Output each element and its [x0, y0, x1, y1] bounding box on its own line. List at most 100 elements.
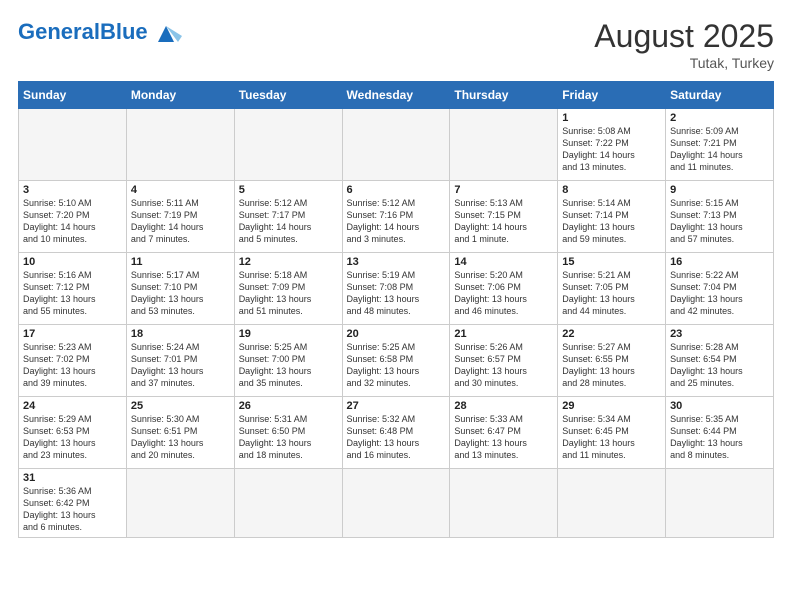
table-row [342, 109, 450, 181]
day-info: Sunrise: 5:22 AM Sunset: 7:04 PM Dayligh… [670, 269, 769, 318]
page-header: GeneralBlue August 2025 Tutak, Turkey [18, 18, 774, 71]
table-row: 1Sunrise: 5:08 AM Sunset: 7:22 PM Daylig… [558, 109, 666, 181]
table-row [450, 109, 558, 181]
day-number: 15 [562, 256, 661, 268]
table-row [126, 469, 234, 538]
table-row: 18Sunrise: 5:24 AM Sunset: 7:01 PM Dayli… [126, 325, 234, 397]
day-number: 11 [131, 256, 230, 268]
day-info: Sunrise: 5:31 AM Sunset: 6:50 PM Dayligh… [239, 413, 338, 462]
day-number: 28 [454, 400, 553, 412]
table-row: 6Sunrise: 5:12 AM Sunset: 7:16 PM Daylig… [342, 181, 450, 253]
day-info: Sunrise: 5:24 AM Sunset: 7:01 PM Dayligh… [131, 341, 230, 390]
day-info: Sunrise: 5:25 AM Sunset: 7:00 PM Dayligh… [239, 341, 338, 390]
table-row: 27Sunrise: 5:32 AM Sunset: 6:48 PM Dayli… [342, 397, 450, 469]
table-row: 23Sunrise: 5:28 AM Sunset: 6:54 PM Dayli… [666, 325, 774, 397]
table-row: 10Sunrise: 5:16 AM Sunset: 7:12 PM Dayli… [19, 253, 127, 325]
day-number: 25 [131, 400, 230, 412]
table-row [234, 109, 342, 181]
day-info: Sunrise: 5:36 AM Sunset: 6:42 PM Dayligh… [23, 485, 122, 534]
day-info: Sunrise: 5:21 AM Sunset: 7:05 PM Dayligh… [562, 269, 661, 318]
col-saturday: Saturday [666, 82, 774, 109]
day-number: 24 [23, 400, 122, 412]
calendar-week-row: 1Sunrise: 5:08 AM Sunset: 7:22 PM Daylig… [19, 109, 774, 181]
day-info: Sunrise: 5:30 AM Sunset: 6:51 PM Dayligh… [131, 413, 230, 462]
day-info: Sunrise: 5:09 AM Sunset: 7:21 PM Dayligh… [670, 125, 769, 174]
day-number: 29 [562, 400, 661, 412]
day-number: 1 [562, 112, 661, 124]
table-row [19, 109, 127, 181]
day-number: 12 [239, 256, 338, 268]
table-row [666, 469, 774, 538]
day-info: Sunrise: 5:15 AM Sunset: 7:13 PM Dayligh… [670, 197, 769, 246]
day-info: Sunrise: 5:34 AM Sunset: 6:45 PM Dayligh… [562, 413, 661, 462]
day-info: Sunrise: 5:27 AM Sunset: 6:55 PM Dayligh… [562, 341, 661, 390]
day-info: Sunrise: 5:23 AM Sunset: 7:02 PM Dayligh… [23, 341, 122, 390]
day-info: Sunrise: 5:11 AM Sunset: 7:19 PM Dayligh… [131, 197, 230, 246]
calendar-page: GeneralBlue August 2025 Tutak, Turkey Su… [0, 0, 792, 612]
table-row: 4Sunrise: 5:11 AM Sunset: 7:19 PM Daylig… [126, 181, 234, 253]
table-row: 12Sunrise: 5:18 AM Sunset: 7:09 PM Dayli… [234, 253, 342, 325]
day-number: 7 [454, 184, 553, 196]
title-block: August 2025 Tutak, Turkey [594, 18, 774, 71]
table-row [342, 469, 450, 538]
table-row: 13Sunrise: 5:19 AM Sunset: 7:08 PM Dayli… [342, 253, 450, 325]
logo-icon [150, 18, 182, 46]
day-info: Sunrise: 5:25 AM Sunset: 6:58 PM Dayligh… [347, 341, 446, 390]
table-row [558, 469, 666, 538]
table-row [126, 109, 234, 181]
day-number: 21 [454, 328, 553, 340]
table-row: 21Sunrise: 5:26 AM Sunset: 6:57 PM Dayli… [450, 325, 558, 397]
calendar-week-row: 3Sunrise: 5:10 AM Sunset: 7:20 PM Daylig… [19, 181, 774, 253]
day-info: Sunrise: 5:28 AM Sunset: 6:54 PM Dayligh… [670, 341, 769, 390]
month-year-title: August 2025 [594, 18, 774, 55]
table-row: 31Sunrise: 5:36 AM Sunset: 6:42 PM Dayli… [19, 469, 127, 538]
day-info: Sunrise: 5:12 AM Sunset: 7:16 PM Dayligh… [347, 197, 446, 246]
col-friday: Friday [558, 82, 666, 109]
col-wednesday: Wednesday [342, 82, 450, 109]
table-row: 22Sunrise: 5:27 AM Sunset: 6:55 PM Dayli… [558, 325, 666, 397]
col-sunday: Sunday [19, 82, 127, 109]
day-number: 13 [347, 256, 446, 268]
day-number: 20 [347, 328, 446, 340]
table-row: 17Sunrise: 5:23 AM Sunset: 7:02 PM Dayli… [19, 325, 127, 397]
calendar-header-row: Sunday Monday Tuesday Wednesday Thursday… [19, 82, 774, 109]
day-number: 19 [239, 328, 338, 340]
day-info: Sunrise: 5:18 AM Sunset: 7:09 PM Dayligh… [239, 269, 338, 318]
day-info: Sunrise: 5:29 AM Sunset: 6:53 PM Dayligh… [23, 413, 122, 462]
day-info: Sunrise: 5:20 AM Sunset: 7:06 PM Dayligh… [454, 269, 553, 318]
day-number: 27 [347, 400, 446, 412]
table-row: 9Sunrise: 5:15 AM Sunset: 7:13 PM Daylig… [666, 181, 774, 253]
day-info: Sunrise: 5:33 AM Sunset: 6:47 PM Dayligh… [454, 413, 553, 462]
table-row: 30Sunrise: 5:35 AM Sunset: 6:44 PM Dayli… [666, 397, 774, 469]
day-number: 16 [670, 256, 769, 268]
table-row: 5Sunrise: 5:12 AM Sunset: 7:17 PM Daylig… [234, 181, 342, 253]
table-row: 28Sunrise: 5:33 AM Sunset: 6:47 PM Dayli… [450, 397, 558, 469]
table-row: 25Sunrise: 5:30 AM Sunset: 6:51 PM Dayli… [126, 397, 234, 469]
logo: GeneralBlue [18, 18, 182, 46]
day-info: Sunrise: 5:08 AM Sunset: 7:22 PM Dayligh… [562, 125, 661, 174]
table-row: 20Sunrise: 5:25 AM Sunset: 6:58 PM Dayli… [342, 325, 450, 397]
table-row: 19Sunrise: 5:25 AM Sunset: 7:00 PM Dayli… [234, 325, 342, 397]
table-row: 26Sunrise: 5:31 AM Sunset: 6:50 PM Dayli… [234, 397, 342, 469]
table-row: 8Sunrise: 5:14 AM Sunset: 7:14 PM Daylig… [558, 181, 666, 253]
day-number: 31 [23, 472, 122, 484]
calendar-week-row: 31Sunrise: 5:36 AM Sunset: 6:42 PM Dayli… [19, 469, 774, 538]
calendar-week-row: 24Sunrise: 5:29 AM Sunset: 6:53 PM Dayli… [19, 397, 774, 469]
day-number: 8 [562, 184, 661, 196]
calendar-week-row: 17Sunrise: 5:23 AM Sunset: 7:02 PM Dayli… [19, 325, 774, 397]
table-row: 29Sunrise: 5:34 AM Sunset: 6:45 PM Dayli… [558, 397, 666, 469]
day-number: 23 [670, 328, 769, 340]
day-number: 30 [670, 400, 769, 412]
day-number: 14 [454, 256, 553, 268]
day-info: Sunrise: 5:26 AM Sunset: 6:57 PM Dayligh… [454, 341, 553, 390]
table-row: 14Sunrise: 5:20 AM Sunset: 7:06 PM Dayli… [450, 253, 558, 325]
table-row: 24Sunrise: 5:29 AM Sunset: 6:53 PM Dayli… [19, 397, 127, 469]
logo-text: GeneralBlue [18, 19, 148, 45]
day-number: 9 [670, 184, 769, 196]
col-tuesday: Tuesday [234, 82, 342, 109]
day-info: Sunrise: 5:14 AM Sunset: 7:14 PM Dayligh… [562, 197, 661, 246]
day-number: 5 [239, 184, 338, 196]
location-subtitle: Tutak, Turkey [594, 55, 774, 71]
day-number: 6 [347, 184, 446, 196]
day-info: Sunrise: 5:32 AM Sunset: 6:48 PM Dayligh… [347, 413, 446, 462]
